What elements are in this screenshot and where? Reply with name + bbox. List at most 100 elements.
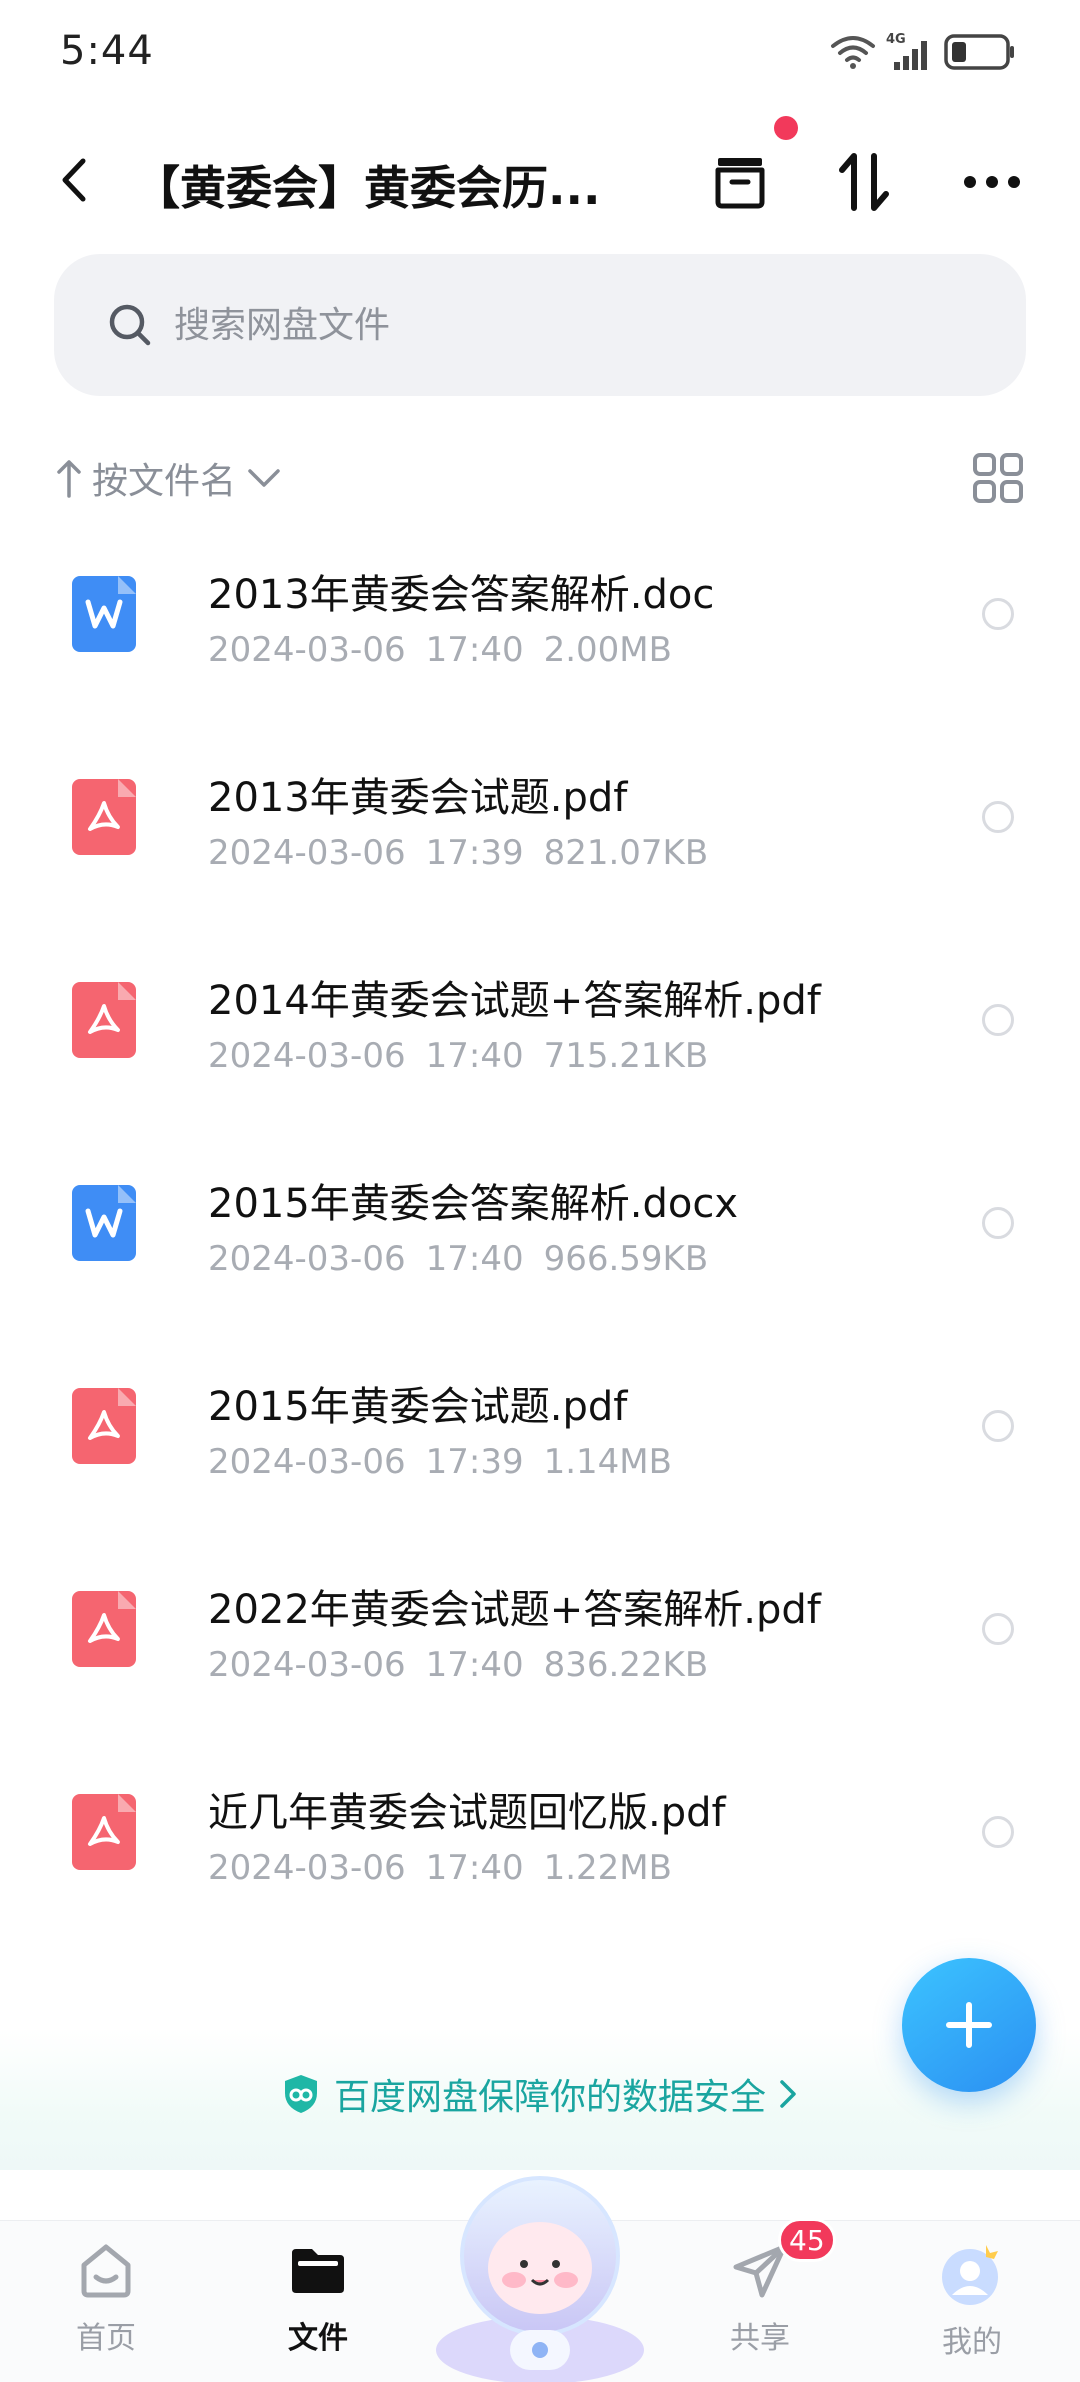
select-checkbox[interactable] <box>982 1004 1014 1036</box>
pdf-file-icon <box>72 982 136 1058</box>
file-row[interactable]: 近几年黄委会试题回忆版.pdf 2024-03-06 17:40 1.22MB <box>0 1758 1080 1961</box>
status-time: 5:44 <box>60 28 154 74</box>
chevron-right-icon <box>780 2080 796 2108</box>
chevron-down-icon <box>248 469 280 487</box>
transfer-button[interactable] <box>828 146 900 218</box>
folder-icon <box>292 2249 344 2293</box>
file-date: 2024-03-06 <box>208 1442 406 1482</box>
file-date: 2024-03-06 <box>208 1036 406 1076</box>
pdf-file-icon <box>72 1388 136 1464</box>
file-size: 836.22KB <box>543 1645 709 1685</box>
add-button[interactable] <box>902 1958 1036 2092</box>
more-icon <box>964 176 1020 188</box>
file-time: 17:39 <box>425 1442 524 1482</box>
file-time: 17:40 <box>425 630 524 670</box>
file-size: 2.00MB <box>543 630 672 670</box>
tab-label: 首页 <box>76 2321 136 2356</box>
tab-label: 共享 <box>730 2321 790 2356</box>
status-icons: 4G <box>830 30 1016 74</box>
tab-label: 我的 <box>942 2325 1002 2360</box>
more-button[interactable] <box>956 146 1028 218</box>
file-date: 2024-03-06 <box>208 1645 406 1685</box>
file-row[interactable]: 2014年黄委会试题+答案解析.pdf 2024-03-06 17:40 715.2… <box>0 946 1080 1149</box>
file-meta: 2024-03-06 17:40 966.59KB <box>208 1239 708 1279</box>
select-checkbox[interactable] <box>982 1613 1014 1645</box>
file-row[interactable]: 2015年黄委会答案解析.docx 2024-03-06 17:40 966.59K… <box>0 1149 1080 1352</box>
file-size: 715.21KB <box>543 1036 709 1076</box>
sort-control[interactable]: 按文件名 <box>56 448 284 508</box>
archive-icon <box>715 158 765 209</box>
file-size: 821.07KB <box>543 833 709 873</box>
select-checkbox[interactable] <box>982 1410 1014 1442</box>
file-name: 2015年黄委会试题.pdf <box>208 1384 628 1430</box>
archive-button[interactable] <box>704 146 776 218</box>
sort-arrow-up-icon <box>57 460 81 498</box>
share-badge: 45 <box>778 2218 836 2262</box>
pdf-file-icon <box>72 779 136 855</box>
wifi-icon <box>830 34 876 70</box>
file-meta: 2024-03-06 17:39 1.14MB <box>208 1442 672 1482</box>
file-name: 2022年黄委会试题+答案解析.pdf <box>208 1587 821 1633</box>
select-checkbox[interactable] <box>982 598 1014 630</box>
tab-home[interactable]: 首页 <box>46 2239 166 2379</box>
file-size: 1.22MB <box>543 1848 672 1888</box>
file-row[interactable]: 2015年黄委会试题.pdf 2024-03-06 17:39 1.14MB <box>0 1352 1080 1555</box>
chevron-left-icon <box>62 158 86 202</box>
file-meta: 2024-03-06 17:40 2.00MB <box>208 630 672 670</box>
plus-icon <box>946 2002 992 2048</box>
file-name: 2015年黄委会答案解析.docx <box>208 1181 739 1227</box>
grid-view-icon[interactable] <box>972 452 1024 504</box>
file-meta: 2024-03-06 17:40 836.22KB <box>208 1645 708 1685</box>
search-input[interactable] <box>174 304 874 346</box>
page-title: 【黄委会】黄委会历... <box>134 161 601 215</box>
tab-files[interactable]: 文件 <box>258 2239 378 2379</box>
sort-label: 按文件名 <box>92 461 237 502</box>
select-checkbox[interactable] <box>982 1207 1014 1239</box>
security-text: 百度网盘保障你的数据安全 <box>334 2077 767 2118</box>
select-checkbox[interactable] <box>982 1816 1014 1848</box>
battery-icon <box>944 32 1016 72</box>
file-size: 966.59KB <box>543 1239 709 1279</box>
tab-label: 文件 <box>288 2321 348 2356</box>
file-time: 17:40 <box>425 1645 524 1685</box>
file-list: 2013年黄委会答案解析.doc 2024-03-06 17:40 2.00MB 2… <box>0 540 1080 1961</box>
file-date: 2024-03-06 <box>208 1239 406 1279</box>
file-time: 17:40 <box>425 1239 524 1279</box>
file-row[interactable]: 2022年黄委会试题+答案解析.pdf 2024-03-06 17:40 836.2… <box>0 1555 1080 1758</box>
file-name: 2014年黄委会试题+答案解析.pdf <box>208 978 821 1024</box>
file-date: 2024-03-06 <box>208 630 406 670</box>
select-checkbox[interactable] <box>982 801 1014 833</box>
file-time: 17:39 <box>425 833 524 873</box>
file-meta: 2024-03-06 17:40 715.21KB <box>208 1036 708 1076</box>
network-label: 4G <box>886 32 906 47</box>
tab-mine[interactable]: 我的 <box>912 2239 1032 2379</box>
avatar-icon <box>942 2245 998 2305</box>
pdf-file-icon <box>72 1591 136 1667</box>
file-meta: 2024-03-06 17:40 1.22MB <box>208 1848 672 1888</box>
signal-icon: 4G <box>886 32 934 72</box>
file-name: 2013年黄委会试题.pdf <box>208 775 628 821</box>
mascot-icon[interactable] <box>430 2160 650 2382</box>
word-file-icon <box>72 576 136 652</box>
search-box[interactable] <box>54 254 1026 396</box>
header: 【黄委会】黄委会历... <box>0 120 1080 240</box>
pdf-file-icon <box>72 1794 136 1870</box>
word-file-icon <box>72 1185 136 1261</box>
shield-icon <box>285 2075 317 2113</box>
status-bar: 5:44 4G <box>0 0 1080 110</box>
file-date: 2024-03-06 <box>208 1848 406 1888</box>
file-date: 2024-03-06 <box>208 833 406 873</box>
file-time: 17:40 <box>425 1036 524 1076</box>
file-size: 1.14MB <box>543 1442 672 1482</box>
security-banner-content: 百度网盘保障你的数据安全 <box>282 2068 798 2120</box>
file-row[interactable]: 2013年黄委会答案解析.doc 2024-03-06 17:40 2.00MB <box>0 540 1080 743</box>
file-name: 2013年黄委会答案解析.doc <box>208 572 715 618</box>
file-time: 17:40 <box>425 1848 524 1888</box>
transfer-icon <box>839 153 889 211</box>
file-meta: 2024-03-06 17:39 821.07KB <box>208 833 708 873</box>
back-button[interactable] <box>44 150 104 210</box>
home-icon <box>81 2244 131 2298</box>
search-icon <box>109 304 151 346</box>
file-name: 近几年黄委会试题回忆版.pdf <box>208 1790 726 1836</box>
file-row[interactable]: 2013年黄委会试题.pdf 2024-03-06 17:39 821.07KB <box>0 743 1080 946</box>
